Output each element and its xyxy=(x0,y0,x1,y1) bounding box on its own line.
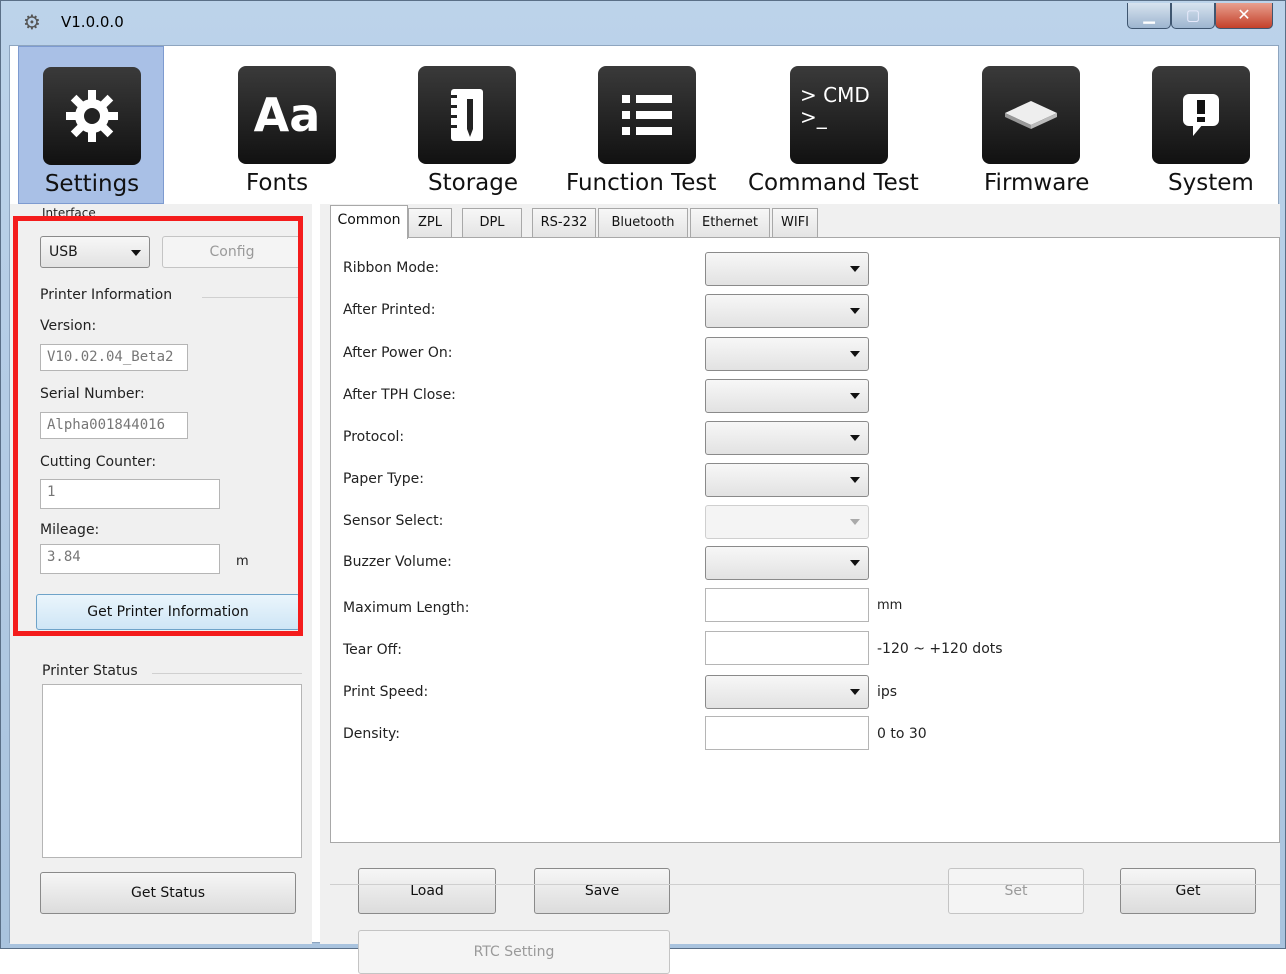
common-tab-page: Ribbon Mode: After Printed: After Power … xyxy=(330,237,1280,843)
density-label: Density: xyxy=(343,726,400,742)
client-area: Settings Aa Fonts Storage Function Test … xyxy=(9,45,1280,974)
right-panel: Common ZPL DPL RS-232 Bluetooth Ethernet… xyxy=(320,204,1280,974)
get-button[interactable]: Get xyxy=(1120,868,1256,914)
set-button[interactable]: Set xyxy=(948,868,1084,914)
toolbar-label: System xyxy=(1168,170,1254,196)
toolbar-label: Storage xyxy=(428,170,518,196)
ribbon-mode-label: Ribbon Mode: xyxy=(343,260,440,276)
protocol-select[interactable] xyxy=(705,421,869,455)
sensor-select-label: Sensor Select: xyxy=(343,513,444,529)
terminal-icon: > CMD >_ xyxy=(790,66,888,164)
fonts-icon: Aa xyxy=(238,66,336,164)
print-speed-label: Print Speed: xyxy=(343,684,429,700)
tab-ethernet[interactable]: Ethernet xyxy=(690,208,770,238)
bottom-divider xyxy=(330,884,1280,885)
ribbon-mode-select[interactable] xyxy=(705,252,869,286)
main-toolbar: Settings Aa Fonts Storage Function Test … xyxy=(10,46,1278,204)
paper-type-select[interactable] xyxy=(705,463,869,497)
tab-bluetooth[interactable]: Bluetooth xyxy=(598,208,688,238)
toolbar-label: Function Test xyxy=(566,170,717,196)
tear-off-input[interactable] xyxy=(705,631,869,665)
storage-notebook-icon xyxy=(418,66,516,164)
sensor-select[interactable] xyxy=(705,505,869,539)
after-printed-select[interactable] xyxy=(705,294,869,328)
print-speed-select[interactable] xyxy=(705,675,869,709)
maximum-length-unit: mm xyxy=(877,598,903,613)
toolbar-fonts[interactable]: Aa Fonts xyxy=(206,46,352,204)
chevron-down-icon xyxy=(850,519,860,525)
minimize-button[interactable]: ▁ xyxy=(1127,3,1171,29)
chevron-down-icon xyxy=(850,351,860,357)
toolbar-storage[interactable]: Storage xyxy=(410,46,556,204)
maximum-length-label: Maximum Length: xyxy=(343,600,470,616)
title-bar: ⚙ V1.0.0.0 ▁ ▢ ✕ xyxy=(1,1,1285,45)
chip-icon xyxy=(982,66,1080,164)
list-icon xyxy=(598,66,696,164)
maximum-length-input[interactable] xyxy=(705,588,869,622)
chevron-down-icon xyxy=(850,308,860,314)
tab-rs232[interactable]: RS-232 xyxy=(532,208,596,238)
printer-status-title: Printer Status xyxy=(42,663,138,679)
toolbar-command-test[interactable]: > CMD >_ Command Test xyxy=(748,46,928,204)
paper-type-label: Paper Type: xyxy=(343,471,424,487)
toolbar-system[interactable]: System xyxy=(1150,46,1280,204)
highlight-frame xyxy=(13,216,303,636)
gear-icon xyxy=(43,67,141,165)
tab-dpl[interactable]: DPL xyxy=(462,208,522,238)
load-button[interactable]: Load xyxy=(358,868,496,914)
terminal-line-2: >_ xyxy=(800,105,827,129)
get-status-button[interactable]: Get Status xyxy=(40,872,296,914)
toolbar-label: Settings xyxy=(44,171,140,197)
tab-wifi[interactable]: WIFI xyxy=(772,208,818,238)
gear-icon: ⚙ xyxy=(23,10,41,34)
tab-zpl[interactable]: ZPL xyxy=(408,208,452,238)
toolbar-label: Command Test xyxy=(748,170,919,196)
window-title: V1.0.0.0 xyxy=(61,13,124,31)
density-input[interactable] xyxy=(705,716,869,750)
after-tph-close-select[interactable] xyxy=(705,379,869,413)
save-button[interactable]: Save xyxy=(534,868,670,914)
chevron-down-icon xyxy=(850,435,860,441)
protocol-label: Protocol: xyxy=(343,429,405,445)
chevron-down-icon xyxy=(850,266,860,272)
terminal-line-1: > CMD xyxy=(800,83,870,107)
density-unit: 0 to 30 xyxy=(877,726,927,742)
maximize-button[interactable]: ▢ xyxy=(1171,3,1215,29)
buzzer-volume-select[interactable] xyxy=(705,546,869,580)
after-printed-label: After Printed: xyxy=(343,302,436,318)
chevron-down-icon xyxy=(850,689,860,695)
after-tph-close-label: After TPH Close: xyxy=(343,387,456,403)
toolbar-label: Fonts xyxy=(246,170,309,196)
rtc-setting-button[interactable]: RTC Setting xyxy=(358,930,670,974)
print-speed-unit: ips xyxy=(877,684,898,700)
tear-off-unit: -120 ~ +120 dots xyxy=(877,641,1003,657)
toolbar-settings[interactable]: Settings xyxy=(18,46,164,204)
chevron-down-icon xyxy=(850,393,860,399)
after-power-on-select[interactable] xyxy=(705,337,869,371)
alert-bubble-icon xyxy=(1152,66,1250,164)
toolbar-firmware[interactable]: Firmware xyxy=(970,46,1116,204)
buzzer-volume-label: Buzzer Volume: xyxy=(343,554,452,570)
app-window: ⚙ V1.0.0.0 ▁ ▢ ✕ Settings Aa Fonts Stora… xyxy=(0,0,1286,974)
toolbar-function-test[interactable]: Function Test xyxy=(566,46,746,204)
tab-common[interactable]: Common xyxy=(330,205,408,239)
group-divider xyxy=(152,673,302,674)
tear-off-label: Tear Off: xyxy=(343,642,402,658)
close-button[interactable]: ✕ xyxy=(1215,3,1273,29)
chevron-down-icon xyxy=(850,477,860,483)
after-power-on-label: After Power On: xyxy=(343,345,453,361)
printer-status-box[interactable] xyxy=(42,684,302,858)
toolbar-label: Firmware xyxy=(984,170,1090,196)
chevron-down-icon xyxy=(850,560,860,566)
